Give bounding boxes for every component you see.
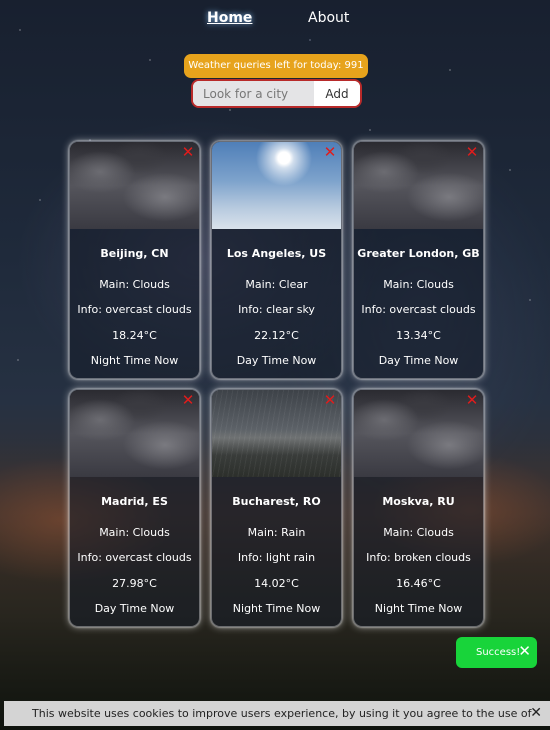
cookie-banner: This website uses cookies to improve use… — [4, 701, 550, 726]
weather-info: Info: clear sky — [238, 303, 315, 316]
time-of-day: Day Time Now — [378, 354, 459, 367]
city-search-form: Add — [191, 79, 362, 108]
city-name: Beijing, CN — [100, 247, 169, 260]
city-name: Madrid, ES — [101, 495, 168, 508]
weather-info: Info: overcast clouds — [77, 303, 192, 316]
temperature: 27.98°C — [112, 577, 157, 590]
weather-info: Info: overcast clouds — [361, 303, 476, 316]
remove-card-icon[interactable]: ✕ — [465, 393, 479, 408]
weather-main: Main: Clouds — [99, 278, 170, 291]
weather-main: Main: Rain — [247, 526, 306, 539]
top-nav: Home About — [0, 10, 550, 32]
success-toast: Success! ✕ — [456, 637, 537, 668]
weather-photo — [354, 390, 483, 477]
temperature: 18.24°C — [112, 329, 157, 342]
remove-card-icon[interactable]: ✕ — [465, 145, 479, 160]
add-city-button[interactable]: Add — [314, 81, 360, 106]
remove-card-icon[interactable]: ✕ — [323, 393, 337, 408]
toast-close-icon[interactable]: ✕ — [518, 637, 531, 665]
nav-about-link[interactable]: About — [308, 10, 349, 26]
weather-info: Info: light rain — [237, 551, 316, 564]
temperature: 22.12°C — [254, 329, 299, 342]
time-of-day: Night Time Now — [232, 602, 321, 615]
remove-card-icon[interactable]: ✕ — [323, 145, 337, 160]
weather-card: ✕ Moskva, RU Main: Clouds Info: broken c… — [353, 389, 484, 627]
city-name: Greater London, GB — [357, 247, 480, 260]
temperature: 13.34°C — [396, 329, 441, 342]
weather-card: ✕ Los Angeles, US Main: Clear Info: clea… — [211, 141, 342, 379]
city-search-input[interactable] — [193, 81, 314, 106]
weather-main: Main: Clouds — [383, 526, 454, 539]
city-name: Bucharest, RO — [232, 495, 321, 508]
weather-photo — [70, 390, 199, 477]
weather-card: ✕ Greater London, GB Main: Clouds Info: … — [353, 141, 484, 379]
weather-info: Info: broken clouds — [366, 551, 471, 564]
city-name: Los Angeles, US — [226, 247, 327, 260]
city-name: Moskva, RU — [382, 495, 455, 508]
weather-card: ✕ Bucharest, RO Main: Rain Info: light r… — [211, 389, 342, 627]
weather-main: Main: Clear — [245, 278, 308, 291]
weather-main: Main: Clouds — [383, 278, 454, 291]
nav-home-link[interactable]: Home — [207, 10, 252, 26]
weather-card: ✕ Beijing, CN Main: Clouds Info: overcas… — [69, 141, 200, 379]
toast-message: Success! — [476, 647, 521, 658]
time-of-day: Night Time Now — [374, 602, 463, 615]
remove-card-icon[interactable]: ✕ — [181, 145, 195, 160]
weather-photo — [212, 142, 341, 229]
cookie-close-icon[interactable]: ✕ — [530, 701, 542, 726]
weather-photo — [70, 142, 199, 229]
weather-card: ✕ Madrid, ES Main: Clouds Info: overcast… — [69, 389, 200, 627]
queries-left-badge: Weather queries left for today: 991 — [184, 54, 368, 78]
temperature: 14.02°C — [254, 577, 299, 590]
weather-info: Info: overcast clouds — [77, 551, 192, 564]
time-of-day: Night Time Now — [90, 354, 179, 367]
time-of-day: Day Time Now — [236, 354, 317, 367]
temperature: 16.46°C — [396, 577, 441, 590]
remove-card-icon[interactable]: ✕ — [181, 393, 195, 408]
time-of-day: Day Time Now — [94, 602, 175, 615]
weather-photo — [212, 390, 341, 477]
weather-photo — [354, 142, 483, 229]
weather-main: Main: Clouds — [99, 526, 170, 539]
